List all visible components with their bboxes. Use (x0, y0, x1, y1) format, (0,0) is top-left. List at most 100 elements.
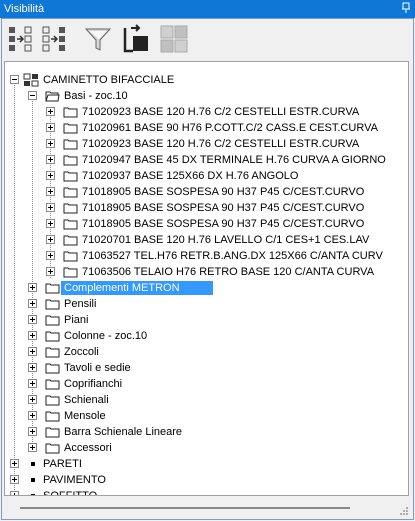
expand-toggle[interactable] (46, 251, 55, 260)
tree-node-group[interactable]: Zoccoli (5, 344, 408, 360)
tree-node-label: 71020923 BASE 120 H.76 C/2 CESTELLI ESTR… (82, 106, 360, 118)
tree-node-label: Tavoli e sedie (64, 362, 131, 374)
tree-node-top[interactable]: PAVIMENTO (5, 472, 408, 488)
collapse-toggle[interactable] (28, 91, 37, 100)
expand-toggle[interactable] (28, 315, 37, 324)
expand-toggle[interactable] (46, 139, 55, 148)
collapse-toggle[interactable] (10, 75, 19, 84)
pin-icon[interactable] (401, 2, 411, 14)
expand-toggle[interactable] (46, 203, 55, 212)
tree-node-item[interactable]: 71020923 BASE 120 H.76 C/2 CESTELLI ESTR… (5, 104, 408, 120)
tree-node-label: Zoccoli (64, 346, 99, 358)
expand-toggle[interactable] (28, 443, 37, 452)
tree-node-item[interactable]: 71063506 TELAIO H76 RETRO BASE 120 C/ANT… (5, 264, 408, 280)
expand-toggle[interactable] (46, 171, 55, 180)
expand-toggle[interactable] (46, 107, 55, 116)
tree-node-label: Pensili (64, 298, 97, 310)
expand-toggle[interactable] (28, 395, 37, 404)
tree-node-label: CAMINETTO BIFACCIALE (43, 74, 175, 86)
tree-node-group[interactable]: Coprifianchi (5, 376, 408, 392)
tree-node-group[interactable]: Mensole (5, 408, 408, 424)
expand-toggle[interactable] (46, 155, 55, 164)
expand-toggle[interactable] (28, 331, 37, 340)
tree-node-item[interactable]: 71018905 BASE SOSPESA 90 H37 P45 C/CEST.… (5, 200, 408, 216)
folder-icon (63, 155, 78, 166)
toolbar (4, 19, 409, 59)
tree-node-basi[interactable]: Basi - zoc.10 (5, 88, 408, 104)
tree-node-label: Basi - zoc.10 (64, 90, 128, 102)
tree-node-group[interactable]: Pensili (5, 296, 408, 312)
folder-icon (63, 203, 78, 214)
expand-toggle[interactable] (28, 411, 37, 420)
visibility-panel: CAMINETTO BIFACCIALE Basi - zoc.10 71020… (1, 18, 414, 520)
tree-node-root[interactable]: CAMINETTO BIFACCIALE (5, 72, 408, 88)
folder-open-icon (45, 91, 60, 102)
tree-node-group[interactable]: Complementi METRON (5, 280, 408, 296)
tree-node-label: PAVIMENTO (43, 474, 106, 486)
expand-toggle[interactable] (46, 187, 55, 196)
collapse-all-icon (42, 26, 65, 52)
visibility-tree[interactable]: CAMINETTO BIFACCIALE Basi - zoc.10 71020… (4, 61, 409, 496)
tree-node-label: 71020961 BASE 90 H76 P.COTT.C/2 CASS.E C… (82, 122, 378, 134)
tree-node-item[interactable]: 71063527 TEL.H76 RETR.B.ANG.DX 125X66 C/… (5, 248, 408, 264)
tree-node-top[interactable]: PARETI (5, 456, 408, 472)
folder-icon (63, 187, 78, 198)
tree-node-item[interactable]: 71018905 BASE SOSPESA 90 H37 P45 C/CEST.… (5, 184, 408, 200)
expand-toggle[interactable] (46, 219, 55, 228)
horizontal-scrollbar[interactable] (4, 499, 409, 515)
expand-toggle[interactable] (28, 363, 37, 372)
tree-node-label: SOFFITTO (43, 490, 98, 496)
expand-toggle[interactable] (28, 283, 37, 292)
tree-node-group[interactable]: Piani (5, 312, 408, 328)
tree-node-item[interactable]: 71020937 BASE 125X66 DX H.76 ANGOLO (5, 168, 408, 184)
window-titlebar: Visibilità (0, 0, 415, 18)
resize-grip-icon[interactable] (399, 506, 409, 516)
export-icon (123, 24, 148, 53)
expand-toggle[interactable] (10, 491, 19, 495)
folder-icon (45, 283, 60, 294)
folder-icon (45, 427, 60, 438)
folder-icon (63, 139, 78, 150)
expand-all-icon (9, 26, 32, 52)
grid-button[interactable] (158, 23, 190, 55)
tree-node-item[interactable]: 71020947 BASE 45 DX TERMINALE H.76 CURVA… (5, 152, 408, 168)
expand-toggle[interactable] (10, 459, 19, 468)
folder-icon (63, 235, 78, 246)
folder-icon (45, 347, 60, 358)
folder-icon (63, 171, 78, 182)
tree-node-label: Mensole (64, 410, 106, 422)
tree-node-label: Coprifianchi (64, 378, 123, 390)
tree-node-group[interactable]: Schienali (5, 392, 408, 408)
tree-node-group[interactable]: Colonne - zoc.10 (5, 328, 408, 344)
tree-node-item[interactable]: 71018905 BASE SOSPESA 90 H37 P45 C/CEST.… (5, 216, 408, 232)
folder-icon (63, 267, 78, 278)
expand-toggle[interactable] (28, 379, 37, 388)
folder-icon (63, 251, 78, 262)
tree-node-group[interactable]: Barra Schienale Lineare (5, 424, 408, 440)
expand-toggle[interactable] (28, 347, 37, 356)
folder-icon (63, 123, 78, 134)
tree-node-item[interactable]: 71020923 BASE 120 H.76 C/2 CESTELLI ESTR… (5, 136, 408, 152)
expand-toggle[interactable] (28, 427, 37, 436)
tree-node-item[interactable]: 71020701 BASE 120 H.76 LAVELLO C/1 CES+1… (5, 232, 408, 248)
expand-toggle[interactable] (46, 267, 55, 276)
expand-all-button[interactable] (6, 23, 38, 55)
tree-node-label: 71018905 BASE SOSPESA 90 H37 P45 C/CEST.… (82, 202, 365, 214)
folder-icon (45, 411, 60, 422)
export-button[interactable] (120, 23, 152, 55)
tree-node-group[interactable]: Tavoli e sedie (5, 360, 408, 376)
tree-node-label: 71020937 BASE 125X66 DX H.76 ANGOLO (82, 170, 299, 182)
tree-node-top[interactable]: SOFFITTO (5, 488, 408, 496)
tree-node-label: 71063506 TELAIO H76 RETRO BASE 120 C/ANT… (82, 266, 375, 278)
node-bullet-icon (31, 494, 35, 495)
tree-node-group[interactable]: Accessori (5, 440, 408, 456)
expand-toggle[interactable] (46, 123, 55, 132)
filter-button[interactable] (82, 23, 114, 55)
scrollbar-thumb[interactable] (20, 507, 350, 509)
tree-node-label: PARETI (43, 458, 82, 470)
tree-node-item[interactable]: 71020961 BASE 90 H76 P.COTT.C/2 CASS.E C… (5, 120, 408, 136)
expand-toggle[interactable] (28, 299, 37, 308)
collapse-all-button[interactable] (40, 23, 72, 55)
expand-toggle[interactable] (46, 235, 55, 244)
expand-toggle[interactable] (10, 475, 19, 484)
